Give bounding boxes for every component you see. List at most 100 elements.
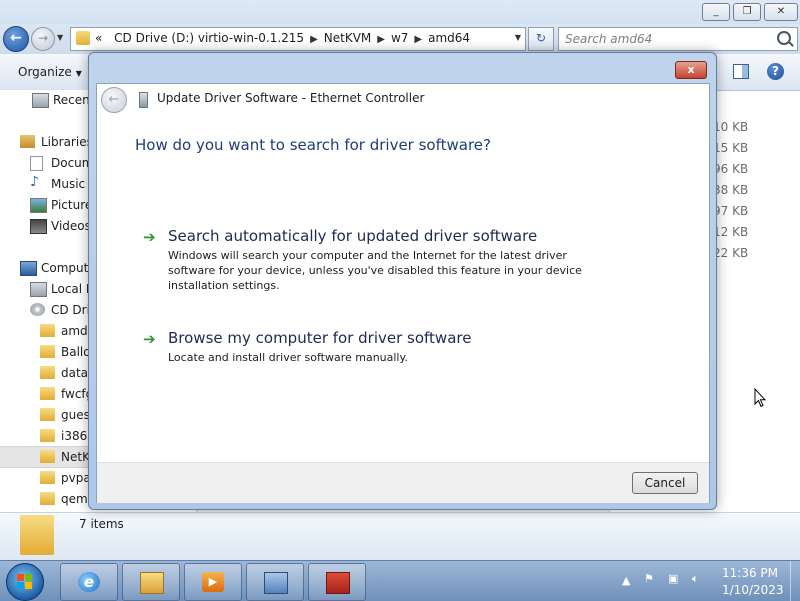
minimize-button[interactable]: _ xyxy=(702,3,730,21)
folder-icon xyxy=(40,429,55,442)
show-desktop-button[interactable] xyxy=(790,561,800,601)
update-driver-dialog: x ← Update Driver Software - Ethernet Co… xyxy=(88,52,717,510)
folder-icon xyxy=(40,471,55,484)
navigation-pane: Recent Libraries Docum ♪ Music Picture V… xyxy=(0,90,97,510)
green-arrow-icon: ➔ xyxy=(143,228,156,246)
nav-label: Music xyxy=(51,177,86,191)
explorer-titlebar: _ ❐ ✕ xyxy=(0,0,800,24)
breadcrumb-item-netkvm[interactable]: NetKVM xyxy=(324,31,372,45)
file-size: 96 KB xyxy=(713,162,749,176)
back-button[interactable]: ← xyxy=(3,26,29,52)
taskbar-media-player[interactable]: ▶ xyxy=(184,563,242,601)
dialog-back-button[interactable]: ← xyxy=(101,87,127,113)
search-input[interactable]: Search amd64 xyxy=(558,27,798,51)
network-icon[interactable]: ▣ xyxy=(668,572,678,585)
item-count: 7 items xyxy=(79,517,124,531)
mouse-cursor-icon xyxy=(754,388,766,408)
back-arrow-icon: ← xyxy=(10,30,22,46)
taskbar-windows-explorer[interactable] xyxy=(122,563,180,601)
file-size: 38 KB xyxy=(713,183,749,197)
green-arrow-icon: ➔ xyxy=(143,330,156,348)
breadcrumb-item-w7[interactable]: w7 xyxy=(391,31,408,45)
preview-pane-icon[interactable] xyxy=(733,64,749,79)
address-bar[interactable]: « CD Drive (D:) virtio-win-0.1.215 ▶ NetKV… xyxy=(70,27,526,51)
address-dropdown[interactable]: ▼ xyxy=(515,33,521,42)
file-size: 22 KB xyxy=(713,246,749,260)
forward-arrow-icon: → xyxy=(37,31,49,45)
nav-label: Libraries xyxy=(41,135,93,149)
option-description: Windows will search your computer and th… xyxy=(168,249,582,292)
recent-pages-dropdown[interactable]: ▼ xyxy=(57,33,63,42)
music-icon: ♪ xyxy=(30,174,39,190)
chevron-down-icon: ▼ xyxy=(75,69,82,78)
dialog-question: How do you want to search for driver sof… xyxy=(135,136,491,154)
cd-drive-icon xyxy=(30,303,45,316)
toolbox-icon xyxy=(326,572,350,594)
folder-icon xyxy=(40,450,55,463)
option-title[interactable]: Browse my computer for driver software xyxy=(168,329,471,347)
nav-label: Videos xyxy=(51,219,91,233)
internet-explorer-icon: e xyxy=(78,572,100,592)
device-icon xyxy=(139,92,148,108)
forward-button[interactable]: → xyxy=(31,27,55,51)
notification-area: ▲ ⚑ ▣ 🔈︎ 11:36 PM 1/10/2023 xyxy=(618,561,800,601)
dialog-title: Update Driver Software - Ethernet Contro… xyxy=(157,91,425,105)
breadcrumb: « CD Drive (D:) virtio-win-0.1.215 ▶ NetKV… xyxy=(95,31,471,45)
organize-button[interactable]: Organize ▼ xyxy=(18,65,82,79)
dialog-footer: Cancel xyxy=(97,462,709,503)
hard-disk-icon xyxy=(30,282,47,297)
taskbar-device-manager[interactable] xyxy=(246,563,304,601)
nav-label: pvpa xyxy=(61,471,91,485)
action-center-flag-icon[interactable]: ⚑ xyxy=(644,572,654,585)
taskbar: e ▶ ▲ ⚑ ▣ 🔈︎ 11:36 PM 1/10/2023 xyxy=(0,560,800,601)
search-icon xyxy=(777,31,791,45)
details-pane: 7 items xyxy=(0,512,800,561)
breadcrumb-item-cd-drive[interactable]: CD Drive (D:) virtio-win-0.1.215 xyxy=(114,31,304,45)
cancel-button[interactable]: Cancel xyxy=(632,472,698,494)
nav-label: i386 xyxy=(61,429,88,443)
folder-icon xyxy=(40,345,55,358)
organize-label: Organize xyxy=(18,65,72,79)
show-hidden-icons-icon[interactable]: ▲ xyxy=(622,574,630,587)
volume-muted-icon[interactable]: 🔈︎ xyxy=(692,572,699,586)
device-manager-icon xyxy=(264,572,288,594)
file-size: 97 KB xyxy=(713,204,749,218)
folder-icon xyxy=(40,408,55,421)
restore-button[interactable]: ❐ xyxy=(733,3,761,21)
breadcrumb-item-amd64[interactable]: amd64 xyxy=(428,31,470,45)
refresh-button[interactable]: ↻ xyxy=(528,27,554,51)
search-placeholder: Search amd64 xyxy=(565,32,653,46)
windows-explorer-icon xyxy=(140,572,164,594)
media-player-icon: ▶ xyxy=(202,572,224,592)
videos-icon xyxy=(30,219,47,234)
nav-label: Ballo xyxy=(61,345,91,359)
file-size: 10 KB xyxy=(713,120,749,134)
libraries-icon xyxy=(20,135,35,148)
folder-icon xyxy=(40,366,55,379)
recent-places-icon xyxy=(32,93,49,108)
taskbar-toolbox[interactable] xyxy=(308,563,366,601)
dialog-content: ← Update Driver Software - Ethernet Cont… xyxy=(96,83,710,503)
option-description: Locate and install driver software manua… xyxy=(168,351,408,364)
dialog-header: ← Update Driver Software - Ethernet Cont… xyxy=(97,84,709,114)
option-title[interactable]: Search automatically for updated driver … xyxy=(168,227,537,245)
file-size-column: 10 KB 15 KB 96 KB 38 KB 97 KB 12 KB 22 K… xyxy=(713,120,753,267)
folder-icon xyxy=(20,515,54,555)
clock-time[interactable]: 11:36 PM xyxy=(722,566,778,580)
close-window-button[interactable]: ✕ xyxy=(764,3,798,21)
refresh-icon: ↻ xyxy=(535,31,547,45)
search-automatically-option[interactable]: ➔ Search automatically for updated drive… xyxy=(143,227,663,297)
back-arrow-icon: ← xyxy=(108,92,120,107)
clock-date[interactable]: 1/10/2023 xyxy=(722,583,784,597)
address-row: ← → ▼ « CD Drive (D:) virtio-win-0.1.215… xyxy=(0,24,800,54)
documents-icon xyxy=(30,156,43,171)
breadcrumb-overflow[interactable]: « xyxy=(95,31,102,45)
help-icon[interactable]: ? xyxy=(767,63,784,80)
nav-label: data xyxy=(61,366,89,380)
dialog-close-button[interactable]: x xyxy=(675,61,707,79)
browse-computer-option[interactable]: ➔ Browse my computer for driver software… xyxy=(143,329,663,369)
file-size: 15 KB xyxy=(713,141,749,155)
start-button[interactable] xyxy=(6,563,44,601)
taskbar-internet-explorer[interactable]: e xyxy=(60,563,118,601)
folder-icon xyxy=(40,324,55,337)
